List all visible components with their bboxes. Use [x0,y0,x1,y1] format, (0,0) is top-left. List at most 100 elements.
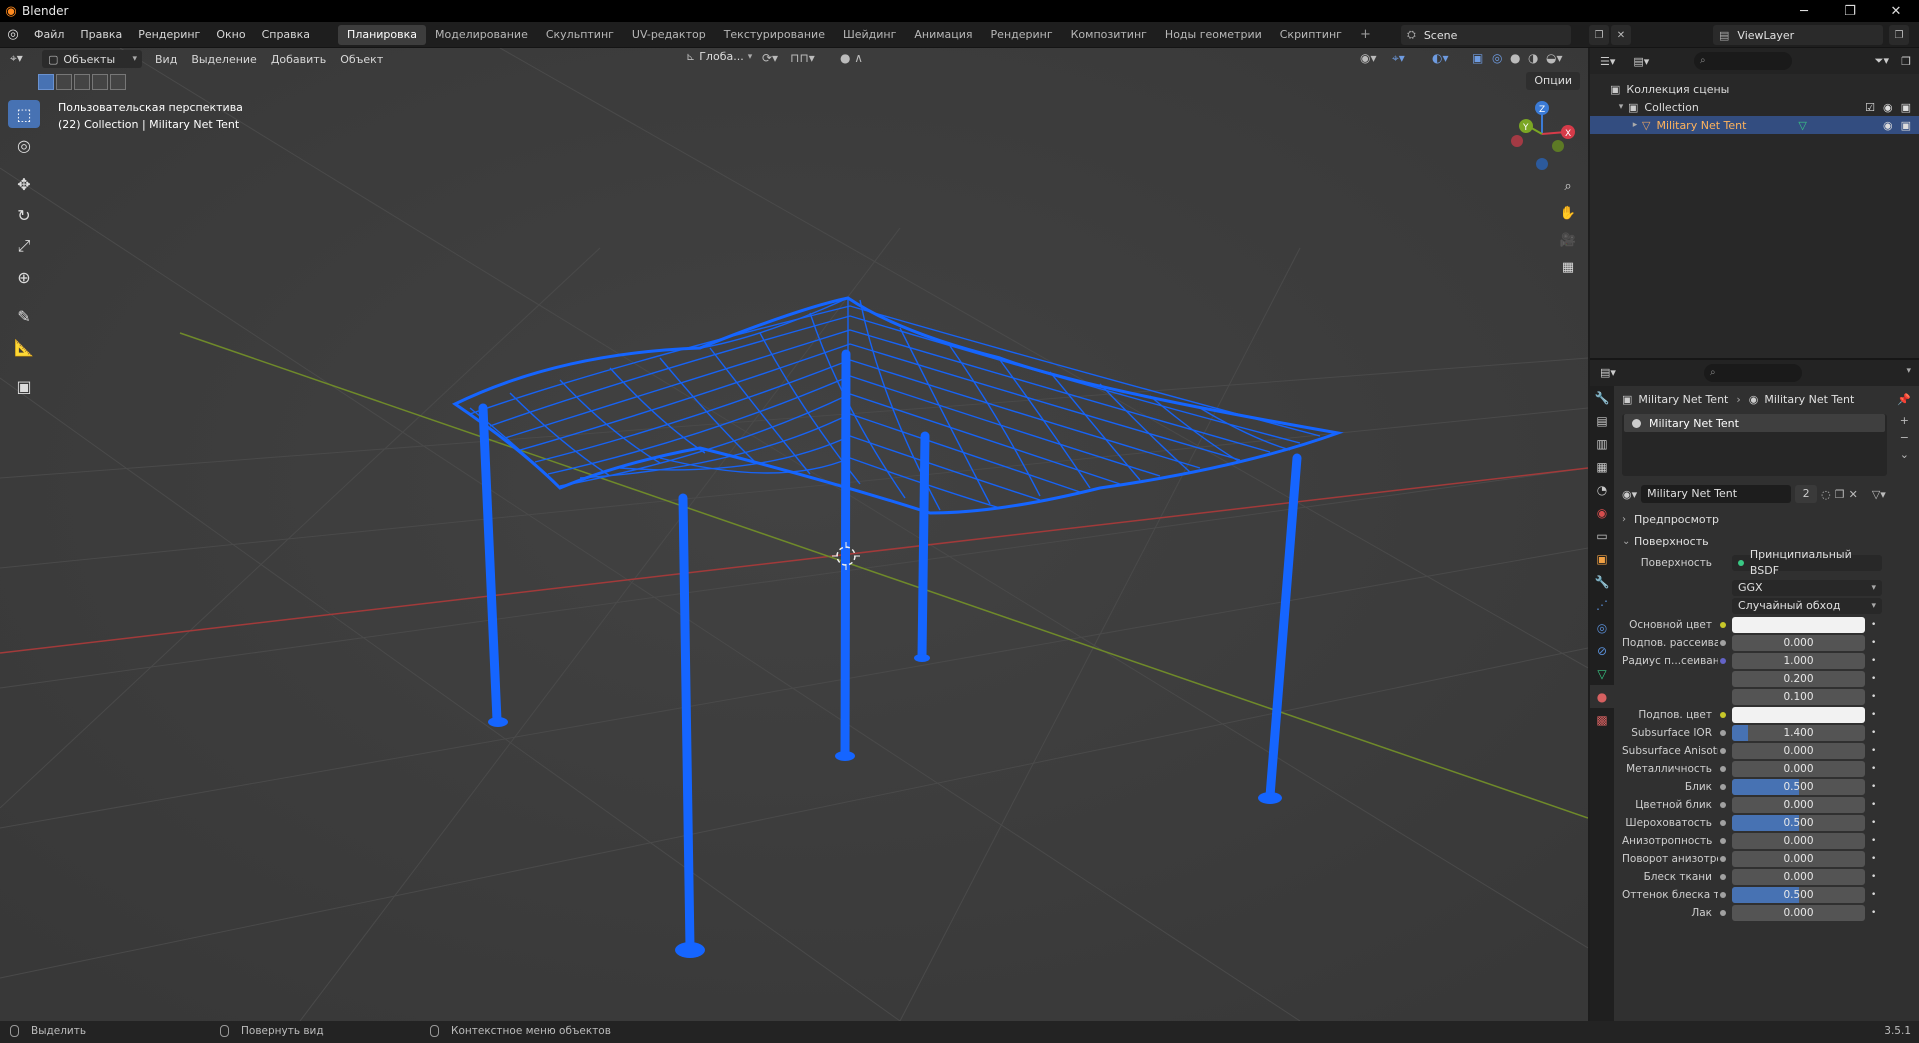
tab-animation[interactable]: Анимация [905,25,981,45]
keyframe-dot-icon[interactable]: • [1871,854,1881,864]
add-slot-icon[interactable]: + [1900,414,1909,427]
camera-view-icon[interactable]: 🎥 [1556,228,1580,252]
minimize-icon[interactable]: ─ [1781,0,1827,22]
tab-layout[interactable]: Планировка [338,24,427,45]
pan-hand-icon[interactable]: ✋ [1556,201,1580,225]
delete-scene-icon[interactable]: ✕ [1611,25,1631,45]
pivot-point-icon[interactable]: ⟳▾ [762,51,778,65]
menu-help[interactable]: Справка [254,25,318,45]
menu-add[interactable]: Добавить [264,53,333,66]
input-socket-icon[interactable] [1718,872,1728,882]
surface-shader-field[interactable]: Принципиальный BSDF [1732,548,1882,577]
number-field[interactable]: 0.000 [1732,905,1865,921]
ortho-grid-icon[interactable]: ▦ [1556,255,1580,279]
number-field[interactable]: 1.400 [1732,725,1865,741]
input-socket-icon[interactable] [1718,674,1728,684]
number-field[interactable]: 1.000 [1732,653,1865,669]
data-tab-icon[interactable]: ▽ [1590,662,1614,685]
material-slot-item[interactable]: Military Net Tent [1624,414,1885,432]
render-tab-icon[interactable]: ▤ [1590,409,1614,432]
tab-geometry-nodes[interactable]: Ноды геометрии [1156,25,1271,45]
world-tab-icon[interactable]: ◉ [1590,501,1614,524]
preview-panel-header[interactable]: › Предпросмотр [1622,508,1911,530]
pin-icon[interactable]: 📌 [1897,393,1911,406]
number-field[interactable]: 0.000 [1732,851,1865,867]
distribution-dropdown[interactable]: GGX ▾ [1732,580,1882,596]
color-swatch-field[interactable] [1732,707,1865,723]
chevron-down-icon[interactable]: ⌄ [1900,448,1909,461]
keyframe-dot-icon[interactable]: • [1871,656,1881,666]
measure-tool-icon[interactable]: 📐 [8,333,40,361]
menu-window[interactable]: Окно [208,25,253,45]
new-view-layer-icon[interactable]: ❐ [1889,25,1909,45]
chevron-right-icon[interactable]: ▸ [1628,120,1642,130]
keyframe-dot-icon[interactable]: • [1871,638,1881,648]
xray-toggle-icon[interactable]: ▣ [1472,51,1483,65]
input-socket-icon[interactable] [1718,836,1728,846]
input-socket-icon[interactable] [1718,728,1728,738]
transform-orientation-dropdown[interactable]: ⊾ Глоба... ▾ [686,50,752,63]
keyframe-dot-icon[interactable]: • [1871,746,1881,756]
material-tab-icon[interactable]: ● [1590,685,1614,708]
wireframe-shading-icon[interactable]: ◎ [1492,51,1502,65]
new-scene-icon[interactable]: ❐ [1589,25,1609,45]
menu-file[interactable]: Файл [26,25,72,45]
3d-viewport[interactable]: Z X Y ⌖▾ ▢ Объекты ▾ Вид Выделение Добав… [0,48,1588,1021]
tab-shading[interactable]: Шейдинг [834,25,905,45]
fake-user-icon[interactable]: ◌ [1821,488,1831,501]
visibility-icon[interactable]: ◉▾ [1360,51,1377,65]
outliner-search-input[interactable]: ⌕ [1694,52,1792,70]
eye-icon[interactable]: ◉ [1883,101,1893,114]
number-field[interactable]: 0.500 [1732,779,1865,795]
view-layer-selector[interactable]: ▤ ViewLayer [1713,25,1883,45]
rendered-shading-icon[interactable]: ◒▾ [1546,51,1563,65]
tab-uv-editing[interactable]: UV-редактор [623,25,715,45]
blender-menu-icon[interactable]: ◎ [0,27,26,42]
keyframe-dot-icon[interactable]: • [1871,782,1881,792]
keyframe-dot-icon[interactable]: • [1871,908,1881,918]
keyframe-dot-icon[interactable]: • [1871,728,1881,738]
material-users-count[interactable]: 2 [1795,485,1818,503]
collection-tab-icon[interactable]: ▭ [1590,524,1614,547]
link-icon[interactable]: ▽▾ [1872,488,1886,501]
input-socket-icon[interactable] [1718,908,1728,918]
tab-scripting[interactable]: Скриптинг [1271,25,1351,45]
number-field[interactable]: 0.000 [1732,869,1865,885]
keyframe-dot-icon[interactable]: • [1871,800,1881,810]
number-field[interactable]: 0.200 [1732,671,1865,687]
outliner-editor-icon[interactable]: ☰▾ [1600,55,1615,68]
select-intersect-icon[interactable] [110,74,126,90]
tab-texture-paint[interactable]: Текстурирование [715,25,834,45]
transform-tool-icon[interactable]: ⊕ [8,263,40,291]
modifier-tab-icon[interactable]: 🔧 [1590,570,1614,593]
camera-icon[interactable]: ▣ [1901,101,1911,114]
remove-slot-icon[interactable]: − [1900,431,1909,444]
input-socket-icon[interactable] [1718,854,1728,864]
select-extend-icon[interactable] [56,74,72,90]
menu-render[interactable]: Рендеринг [130,25,208,45]
outliner-object-row[interactable]: ▸ ▽ Military Net Tent ▽ ◉ ▣ [1590,116,1919,134]
input-socket-icon[interactable] [1718,692,1728,702]
chevron-down-icon[interactable]: ▾ [1614,102,1628,112]
tab-compositing[interactable]: Композитинг [1062,25,1156,45]
material-browse-icon[interactable]: ◉▾ [1622,488,1637,501]
menu-select[interactable]: Выделение [184,53,264,66]
solid-shading-icon[interactable]: ● [1510,51,1520,65]
overlay-toggle-icon[interactable]: ◐▾ [1432,51,1449,65]
scale-tool-icon[interactable]: ⤢ [8,232,40,260]
select-box-tool-icon[interactable]: ⬚ [8,100,40,128]
input-socket-icon[interactable] [1718,782,1728,792]
texture-tab-icon[interactable]: ▩ [1590,708,1614,731]
gizmo-toggle-icon[interactable]: ⌖▾ [1392,51,1405,66]
number-field[interactable]: 0.000 [1732,743,1865,759]
menu-view[interactable]: Вид [148,53,184,66]
scene-tab-icon[interactable]: ◔ [1590,478,1614,501]
chevron-down-icon[interactable]: ▾ [1906,366,1911,376]
object-tab-icon[interactable]: ▣ [1590,547,1614,570]
close-icon[interactable]: ✕ [1873,0,1919,22]
snap-icon[interactable]: ⊓⊓▾ [790,51,815,65]
rotate-tool-icon[interactable]: ↻ [8,201,40,229]
outliner-collection[interactable]: ▾ ▣ Collection ☑ ◉ ▣ [1590,98,1919,116]
number-field[interactable]: 0.000 [1732,635,1865,651]
physics-tab-icon[interactable]: ◎ [1590,616,1614,639]
